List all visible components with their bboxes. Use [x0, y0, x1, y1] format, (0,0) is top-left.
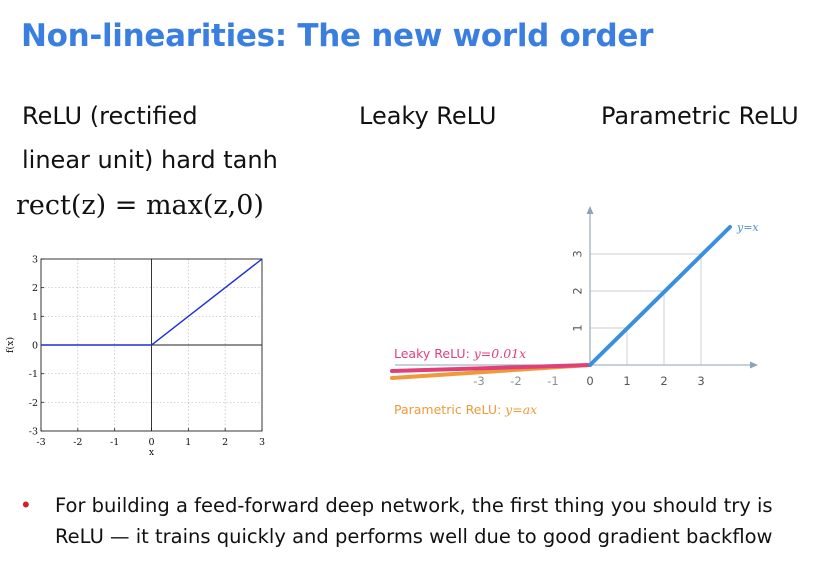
- relu-x-tick-label: 2: [222, 437, 228, 448]
- leaky-y-tick-label: 3: [571, 250, 585, 257]
- relu-x-tick-label: -1: [110, 437, 119, 448]
- identity-line-label: y=x: [736, 221, 759, 234]
- relu-y-axis-label: f(x): [5, 337, 16, 353]
- relu-y-tick-label: -3: [29, 427, 38, 438]
- relu-y-tick-label: 0: [32, 341, 38, 352]
- parametric-relu-heading: Parametric ReLU: [601, 102, 799, 130]
- leaky-x-tick-label: -2: [510, 374, 521, 388]
- leaky-x-tick-label: -3: [473, 374, 484, 388]
- bullet-icon: •: [22, 492, 30, 517]
- leaky-y-tick-label: 2: [571, 287, 585, 294]
- relu-x-tick-label: -3: [36, 437, 45, 448]
- parametric-relu-label: Parametric ReLU: y=ax: [394, 402, 537, 417]
- relu-formula: rect(z) = max(z,0): [16, 190, 264, 221]
- leaky-relu-heading: Leaky ReLU: [359, 102, 497, 130]
- relu-x-tick-label: 0: [148, 437, 154, 448]
- relu-x-tick-label: 1: [185, 437, 191, 448]
- leaky-parametric-plot: -3 -2 -1 0 1 2 3 1 2 3 y=x Leaky ReLU: y=0.01x Param…: [390, 206, 759, 417]
- relu-y-tick-label: -2: [29, 398, 38, 409]
- relu-y-tick-label: 3: [32, 255, 38, 266]
- relu-plot: -3 -2 -1 0 1 2 3 3 2 1 0 -1 -2 -3 x f(x): [5, 255, 265, 459]
- leaky-y-tick-label: 1: [571, 324, 585, 331]
- relu-x-axis-label: x: [149, 448, 154, 458]
- leaky-x-tick-label: -1: [547, 374, 558, 388]
- leaky-y-axis-arrow: [586, 206, 594, 214]
- leaky-x-tick-label: 2: [660, 374, 667, 388]
- leaky-x-tick-label: 0: [586, 374, 593, 388]
- leaky-relu-label: Leaky ReLU: y=0.01x: [394, 346, 526, 361]
- identity-line: [588, 225, 732, 367]
- relu-y-tick-label: 2: [32, 283, 38, 294]
- bullet-text: For building a feed-forward deep network…: [55, 494, 773, 548]
- relu-x-tick-label: 3: [259, 437, 265, 448]
- relu-y-tick-label: 1: [32, 312, 38, 323]
- leaky-x-tick-label: 3: [697, 374, 704, 388]
- slide-title: Non-linearities: The new world order: [21, 18, 654, 54]
- leaky-x-tick-label: 1: [623, 374, 630, 388]
- relu-y-tick-label: -1: [29, 369, 38, 380]
- relu-heading-line2: linear unit) hard tanh: [22, 146, 278, 174]
- leaky-x-axis-arrow: [750, 361, 758, 369]
- relu-heading-line1: ReLU (rectified: [22, 102, 198, 130]
- relu-x-tick-label: -2: [73, 437, 82, 448]
